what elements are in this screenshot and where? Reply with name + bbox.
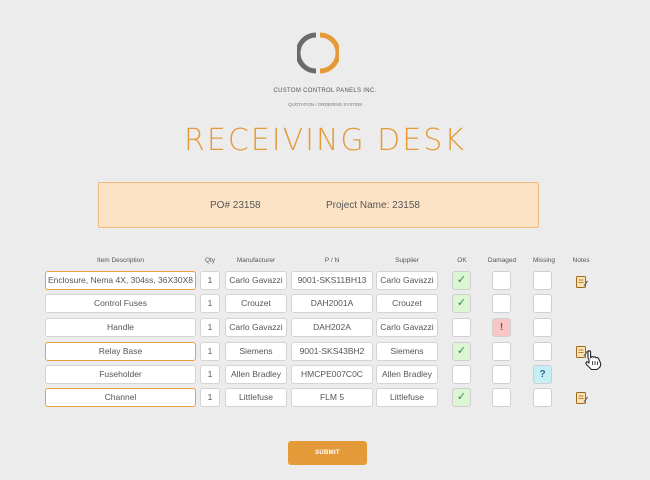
- part-number-field[interactable]: FLM 5: [291, 388, 373, 407]
- manufacturer-field[interactable]: Carlo Gavazzi: [225, 271, 287, 290]
- description-field[interactable]: Enclosure, Nema 4X, 304ss, 36X30X8: [45, 271, 196, 290]
- ok-checkbox[interactable]: ✓: [452, 342, 471, 361]
- supplier-field[interactable]: Carlo Gavazzi: [376, 318, 438, 337]
- missing-checkbox[interactable]: [533, 318, 552, 337]
- description-field[interactable]: Control Fuses: [45, 294, 196, 313]
- qty-field[interactable]: 1: [200, 365, 220, 384]
- missing-checkbox[interactable]: [533, 271, 552, 290]
- project-name: Project Name: 23158: [326, 200, 420, 211]
- ok-checkbox[interactable]: ✓: [452, 388, 471, 407]
- part-number-field[interactable]: HMCPE007C0C: [291, 365, 373, 384]
- qty-field[interactable]: 1: [200, 318, 220, 337]
- part-number-field[interactable]: 9001-SKS11BH13: [291, 271, 373, 290]
- header-qty: Qty: [204, 257, 216, 264]
- missing-checkbox[interactable]: ?: [533, 365, 552, 384]
- supplier-field[interactable]: Carlo Gavazzi: [376, 271, 438, 290]
- ok-checkbox[interactable]: [452, 318, 471, 337]
- header-ok: OK: [457, 257, 467, 264]
- header-missing: Missing: [532, 257, 556, 264]
- supplier-field[interactable]: Allen Bradley: [376, 365, 438, 384]
- company-logo: [297, 32, 339, 74]
- ok-checkbox[interactable]: ✓: [452, 294, 471, 313]
- submit-button[interactable]: SUBMIT: [288, 441, 367, 465]
- po-banner: PO# 23158 Project Name: 23158: [98, 182, 539, 228]
- header-damaged: Damaged: [487, 257, 517, 264]
- missing-checkbox[interactable]: [533, 294, 552, 313]
- part-number-field[interactable]: DAH2001A: [291, 294, 373, 313]
- qty-field[interactable]: 1: [200, 342, 220, 361]
- damaged-checkbox[interactable]: [492, 365, 511, 384]
- ok-checkbox[interactable]: [452, 365, 471, 384]
- supplier-field[interactable]: Littlefuse: [376, 388, 438, 407]
- manufacturer-field[interactable]: Crouzet: [225, 294, 287, 313]
- note-icon[interactable]: [576, 392, 588, 404]
- supplier-field[interactable]: Crouzet: [376, 294, 438, 313]
- damaged-checkbox[interactable]: [492, 271, 511, 290]
- header-description: Item Description: [97, 257, 144, 264]
- part-number-field[interactable]: 9001-SKS43BH2: [291, 342, 373, 361]
- system-subtitle: QUOTATION / ORDERING SYSTEM: [288, 102, 362, 107]
- po-number: PO# 23158: [210, 200, 261, 211]
- description-field[interactable]: Relay Base: [45, 342, 196, 361]
- damaged-checkbox[interactable]: [492, 388, 511, 407]
- manufacturer-field[interactable]: Littlefuse: [225, 388, 287, 407]
- qty-field[interactable]: 1: [200, 271, 220, 290]
- company-name: CUSTOM CONTROL PANELS INC.: [273, 88, 377, 94]
- ok-checkbox[interactable]: ✓: [452, 271, 471, 290]
- qty-field[interactable]: 1: [200, 294, 220, 313]
- damaged-checkbox[interactable]: [492, 342, 511, 361]
- missing-checkbox[interactable]: [533, 388, 552, 407]
- manufacturer-field[interactable]: Siemens: [225, 342, 287, 361]
- description-field[interactable]: Handle: [45, 318, 196, 337]
- header-notes: Notes: [572, 257, 590, 264]
- qty-field[interactable]: 1: [200, 388, 220, 407]
- damaged-checkbox[interactable]: !: [492, 318, 511, 337]
- header-supplier: Supplier: [395, 257, 419, 264]
- part-number-field[interactable]: DAH202A: [291, 318, 373, 337]
- missing-checkbox[interactable]: [533, 342, 552, 361]
- note-icon[interactable]: [576, 276, 588, 288]
- supplier-field[interactable]: Siemens: [376, 342, 438, 361]
- header-pn: P / N: [324, 257, 340, 264]
- damaged-checkbox[interactable]: [492, 294, 511, 313]
- header-manufacturer: Manufacturer: [236, 257, 276, 264]
- manufacturer-field[interactable]: Allen Bradley: [225, 365, 287, 384]
- description-field[interactable]: Fuseholder: [45, 365, 196, 384]
- description-field[interactable]: Channel: [45, 388, 196, 407]
- hand-cursor-icon: [585, 350, 602, 371]
- page-title: RECEIVING DESK: [184, 123, 466, 158]
- manufacturer-field[interactable]: Carlo Gavazzi: [225, 318, 287, 337]
